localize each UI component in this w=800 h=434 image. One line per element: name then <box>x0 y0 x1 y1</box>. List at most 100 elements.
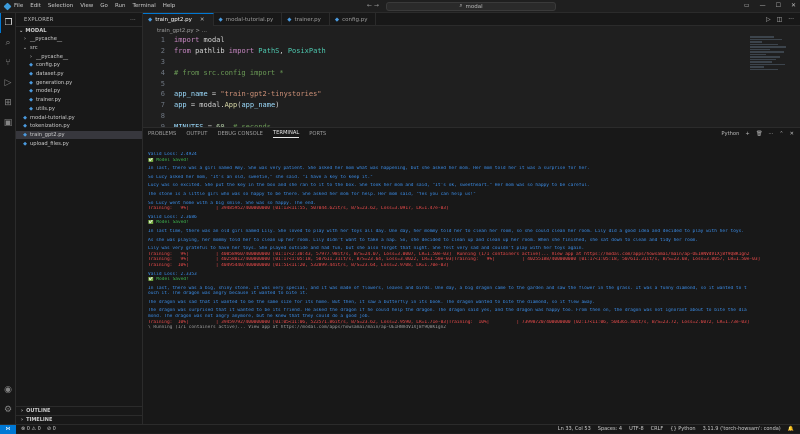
editor-tab[interactable]: ◆ modal-tutorial.py <box>214 13 283 26</box>
panel-tab-terminal[interactable]: TERMINAL <box>272 130 300 138</box>
status-left: ⊗ 0 ⚠ 0 ⊘ 0 <box>21 426 56 432</box>
code-token: # from src.config import * <box>174 68 284 77</box>
extensions-icon[interactable]: ⊞ <box>0 93 16 113</box>
workspace-root[interactable]: ⌄ MODAL <box>16 26 142 35</box>
terminal-shell-label[interactable]: Python <box>721 131 739 137</box>
more-actions-icon[interactable]: ··· <box>788 16 794 23</box>
split-editor-icon[interactable]: ◫ <box>777 16 783 23</box>
chevron-down-icon: ⌄ <box>22 45 28 52</box>
file-tree-item[interactable]: ◆ modal-tutorial.py <box>16 113 142 122</box>
remote-indicator-icon[interactable]: ⋈ <box>0 424 16 434</box>
python-file-icon: ◆ <box>29 97 33 104</box>
file-tree-item-label: __pycache__ <box>36 53 69 60</box>
run-icon[interactable]: ▷ <box>766 16 771 23</box>
code-token: modal <box>199 36 225 45</box>
editor-tabs: ◆ train_gpt2.py ✕ ◆ modal-tutorial.py ◆ traine… <box>143 13 800 26</box>
editor-tab[interactable]: ◆ config.py <box>330 13 377 26</box>
close-icon[interactable]: ✕ <box>790 131 794 137</box>
panel-tab-ports[interactable]: PORTS <box>309 131 326 137</box>
code-token: App <box>224 101 238 110</box>
file-tree-item-label: utils.py <box>36 105 55 112</box>
code-token: = <box>207 90 221 99</box>
menu-item-go[interactable]: Go <box>100 3 108 9</box>
timeline-section[interactable]: › TIMELINE <box>16 415 142 424</box>
status-item[interactable]: {} Python <box>670 426 695 432</box>
code-token: ) <box>275 101 280 110</box>
file-tree-item[interactable]: ◆ model.py <box>16 87 142 96</box>
file-tree-item[interactable]: ◆ utils.py <box>16 105 142 114</box>
status-item[interactable]: Spaces: 4 <box>598 426 622 432</box>
menu-item-help[interactable]: Help <box>163 3 176 9</box>
explorer-icon[interactable]: ❐ <box>0 13 16 33</box>
maximize-icon[interactable]: ☐ <box>776 2 781 9</box>
file-tree-item[interactable]: ◆ trainer.py <box>16 96 142 105</box>
breadcrumb-path[interactable]: train_gpt2.py > ... <box>157 28 207 34</box>
status-right: Ln 33, Col 53 Spaces: 4 UTF-8 CRLF {} Python… <box>558 426 794 432</box>
file-tree-item[interactable]: ◆ tokenization.py <box>16 122 142 131</box>
code-editor[interactable]: 1 import modal 2 from pathlib import PathS,… <box>143 35 800 131</box>
close-icon[interactable]: ✕ <box>200 17 205 23</box>
file-tree-item[interactable]: ◆ dataset.py <box>16 70 142 79</box>
file-tree-item[interactable]: ◆ generation.py <box>16 78 142 87</box>
chevron-down-icon: ⌄ <box>19 28 24 34</box>
file-tree-item[interactable]: › __pycache__ <box>16 35 142 44</box>
editor-tab[interactable]: ◆ trainer.py <box>282 13 330 26</box>
menu-item-file[interactable]: File <box>14 3 23 9</box>
menu-item-view[interactable]: View <box>80 3 93 9</box>
command-search[interactable]: ⌕ modal <box>386 2 556 11</box>
line-number: 1 <box>160 36 165 45</box>
code-line: 6 app_name = "train-gpt2-tinystories" <box>143 89 800 100</box>
remote-explorer-icon[interactable]: ▣ <box>0 113 16 133</box>
menu-item-edit[interactable]: Edit <box>30 3 41 9</box>
status-item[interactable]: UTF-8 <box>629 426 644 432</box>
panel-tab-debug-console[interactable]: DEBUG CONSOLE <box>217 131 262 137</box>
status-item[interactable]: CRLF <box>651 426 664 432</box>
outline-section[interactable]: › OUTLINE <box>16 406 142 415</box>
search-icon[interactable]: ⌕ <box>0 33 16 53</box>
layout-icon[interactable]: ▭ <box>744 2 750 9</box>
code-line: 3 <box>143 57 800 68</box>
menu-item-selection[interactable]: Selection <box>48 3 73 9</box>
line-number: 3 <box>160 57 165 66</box>
activity-bar: ❐ ⌕ ⑂ ▷ ⊞ ▣ ◉ ⚙ <box>0 13 16 424</box>
minimize-icon[interactable]: — <box>760 2 766 9</box>
menu-item-terminal[interactable]: Terminal <box>132 3 155 9</box>
terminal-output[interactable]: Valid Loss: 2.4924 ✅ Model Saved! In last,… <box>148 152 796 424</box>
editor-actions: ▷ ◫ ··· <box>766 16 794 23</box>
menu-item-run[interactable]: Run <box>115 3 126 9</box>
python-file-icon: ◆ <box>23 131 27 138</box>
line-number: 4 <box>160 68 165 77</box>
file-tree-item[interactable]: › __pycache__ <box>16 52 142 61</box>
python-file-icon: ◆ <box>29 62 33 69</box>
panel-tab-output[interactable]: OUTPUT <box>186 131 207 137</box>
bottom-panel: PROBLEMS OUTPUT DEBUG CONSOLE TERMINAL PORTS… <box>143 127 800 424</box>
more-actions-icon[interactable]: ··· <box>768 131 773 137</box>
source-control-icon[interactable]: ⑂ <box>0 53 16 73</box>
file-tree-item[interactable]: ◆ config.py <box>16 61 142 70</box>
status-item[interactable]: ⊗ 0 ⚠ 0 <box>21 426 41 432</box>
editor-tab[interactable]: ◆ train_gpt2.py ✕ <box>143 13 214 26</box>
file-tree-item[interactable]: ⌄ src <box>16 44 142 53</box>
panel-tab-problems[interactable]: PROBLEMS <box>148 131 176 137</box>
run-debug-icon[interactable]: ▷ <box>0 73 16 93</box>
python-file-icon: ◆ <box>148 17 153 23</box>
close-icon[interactable]: ✕ <box>791 2 796 9</box>
explorer-header: EXPLORER ··· <box>16 13 142 26</box>
notifications-bell-icon[interactable]: 🔔 <box>788 426 794 432</box>
status-item[interactable]: Ln 33, Col 53 <box>558 426 591 432</box>
settings-gear-icon[interactable]: ⚙ <box>0 400 16 420</box>
maximize-panel-icon[interactable]: ⌃ <box>779 131 783 137</box>
status-item[interactable]: ⊘ 0 <box>47 426 56 432</box>
status-item[interactable]: 3.11.9 ('torch-howsam': conda) <box>703 426 781 432</box>
nav-arrows[interactable]: ← → <box>367 2 379 9</box>
file-tree-item-label: __pycache__ <box>30 36 63 43</box>
python-file-icon: ◆ <box>29 79 33 86</box>
file-tree-item-label: upload_files.py <box>30 140 69 147</box>
more-actions-icon[interactable]: ··· <box>130 17 136 23</box>
file-tree-item[interactable]: ◆ train_gpt2.py <box>16 130 142 140</box>
file-tree-item[interactable]: ◆ upload_files.py <box>16 139 142 148</box>
new-terminal-icon[interactable]: + <box>745 131 749 137</box>
trash-icon[interactable]: 🗑 <box>756 131 763 137</box>
minimap[interactable] <box>750 35 790 95</box>
account-icon[interactable]: ◉ <box>0 380 16 400</box>
